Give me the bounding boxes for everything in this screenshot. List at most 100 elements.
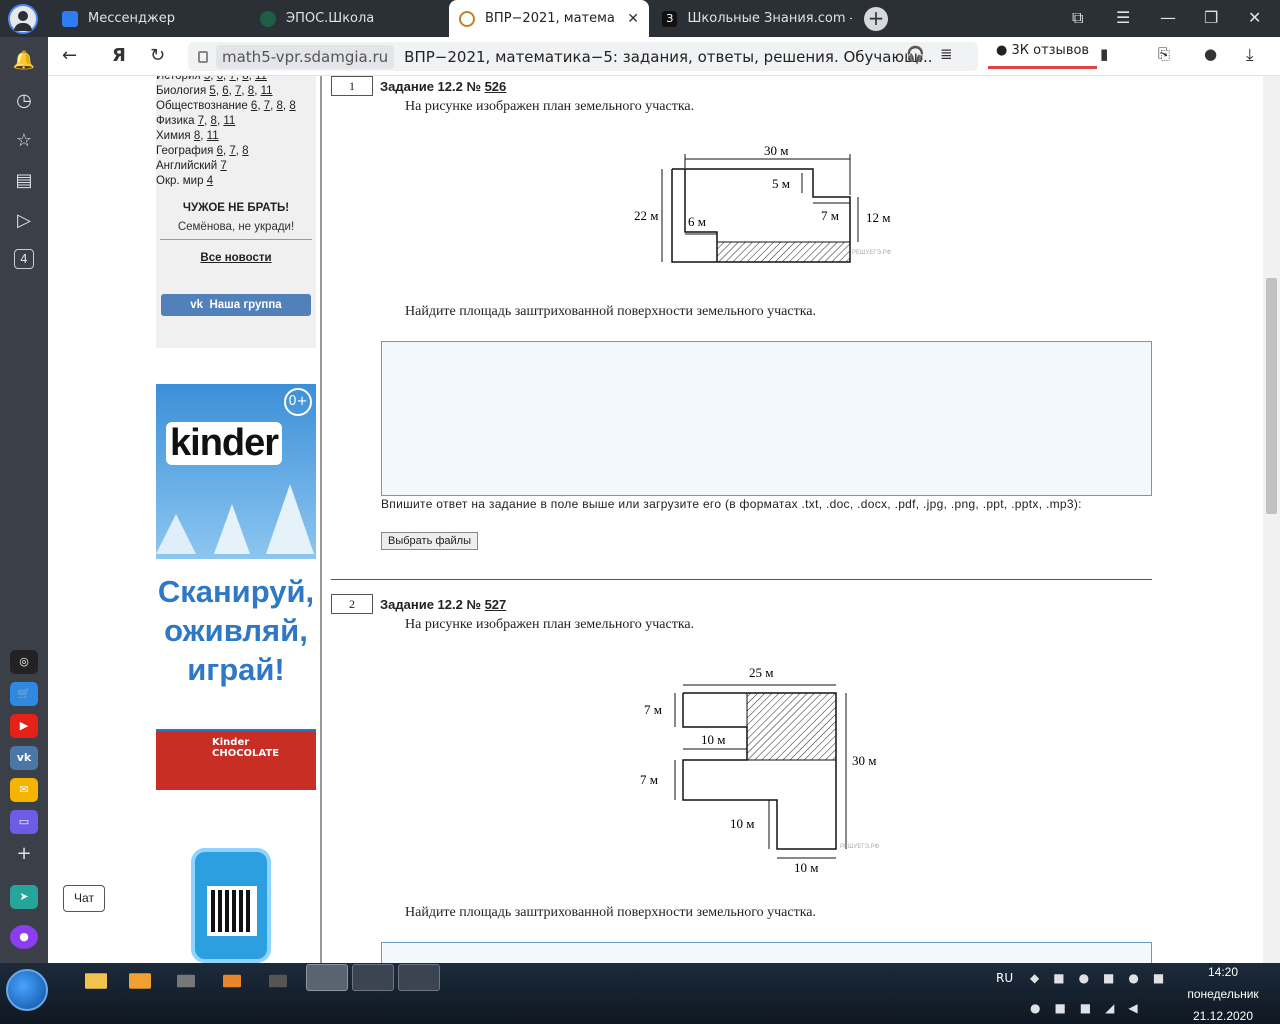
answer-textarea[interactable]: [381, 942, 1152, 963]
new-tab-button[interactable]: +: [864, 7, 888, 31]
grade-link[interactable]: 8: [289, 100, 295, 112]
mail-icon[interactable]: ✉: [10, 778, 38, 802]
epic-games-icon[interactable]: [269, 974, 287, 988]
tab-messenger[interactable]: Мессенджер: [52, 0, 248, 37]
grade-link[interactable]: 8: [277, 100, 283, 112]
grade-link[interactable]: 8: [248, 85, 254, 97]
task-question: Найдите площадь заштрихованной поверхнос…: [405, 905, 816, 920]
vk-icon[interactable]: vk: [10, 746, 38, 770]
subjects-sidebar: История 5, 6, 7, 8, 11 Биология 5, 6, 7, …: [156, 76, 316, 348]
clock-day[interactable]: понедельник: [1178, 987, 1268, 1001]
minimize-icon[interactable]: —: [1160, 8, 1176, 27]
task-id-link[interactable]: 526: [485, 79, 507, 94]
bell-icon[interactable]: 🔔: [12, 49, 36, 73]
download-icon[interactable]: ⤓: [1246, 45, 1254, 65]
media-player-icon[interactable]: [129, 973, 151, 989]
task-manager-taskbar-icon[interactable]: [352, 964, 394, 991]
reader-mode-icon[interactable]: ≣: [940, 45, 953, 63]
tray-icons-row2[interactable]: ●■■◢◀: [1030, 1001, 1152, 1015]
tabs-list-icon[interactable]: ⧉: [1072, 8, 1083, 28]
collections-icon[interactable]: ▤: [12, 169, 36, 193]
grade-link[interactable]: 6: [222, 85, 228, 97]
page-scrollbar[interactable]: [1263, 76, 1280, 963]
assistant-icon[interactable]: ●: [10, 925, 38, 949]
tab-epos[interactable]: ЭПОС.Школа: [250, 0, 446, 37]
explorer-icon[interactable]: [85, 973, 107, 989]
app-taskbar-icon[interactable]: [398, 964, 440, 991]
kinder-ad-banner[interactable]: 0+ kinder Сканируй, оживляй, играй! Kind…: [156, 384, 316, 963]
send-icon[interactable]: ➤: [10, 885, 38, 909]
alice-icon[interactable]: ◎: [10, 650, 38, 674]
grade-link[interactable]: 7: [235, 85, 241, 97]
grade-link[interactable]: 8: [211, 115, 217, 127]
menu-icon[interactable]: ☰: [1116, 8, 1130, 27]
game-icon[interactable]: [223, 974, 241, 988]
grade-link[interactable]: 7: [198, 115, 204, 127]
grade-link[interactable]: 8: [242, 145, 248, 157]
chat-button[interactable]: Чат: [63, 885, 105, 912]
tanks-icon[interactable]: [177, 974, 195, 988]
scrollbar-thumb[interactable]: [1266, 278, 1277, 514]
yandex-browser-taskbar-icon[interactable]: [306, 964, 348, 991]
grade-link[interactable]: 6: [251, 100, 257, 112]
subject-name: Химия: [156, 130, 191, 142]
reviews-badge[interactable]: ● 3К отзывов: [988, 43, 1098, 69]
start-button-icon[interactable]: [6, 969, 48, 1011]
bookmark-icon[interactable]: ▮: [1100, 45, 1108, 63]
all-news-link[interactable]: Все новости: [156, 252, 316, 264]
messenger-icon: [62, 10, 78, 27]
phone-icon: [191, 848, 271, 963]
close-window-icon[interactable]: ✕: [1248, 8, 1261, 27]
tab-vpr[interactable]: ВПР−2021, математика ✕: [449, 0, 649, 37]
news-text[interactable]: Семёнова, не укради!: [156, 221, 316, 233]
restore-icon[interactable]: ❐: [1204, 8, 1218, 27]
answer-textarea[interactable]: [381, 341, 1152, 496]
headphones-icon[interactable]: 🎧: [906, 45, 925, 63]
video-icon[interactable]: ▷: [12, 209, 36, 233]
tv-icon[interactable]: ▭: [10, 810, 38, 834]
grade-link[interactable]: 11: [207, 130, 219, 142]
back-arrow-icon[interactable]: ←: [62, 45, 77, 66]
grade-link[interactable]: 5: [204, 76, 210, 82]
add-app-icon[interactable]: +: [12, 842, 36, 866]
grade-link[interactable]: 6: [217, 145, 223, 157]
grade-link[interactable]: 8: [242, 76, 248, 82]
clock-date[interactable]: 21.12.2020: [1178, 1009, 1268, 1023]
address-bar[interactable]: math5-vpr.sdamgia.ru ВПР−2021, математик…: [188, 42, 978, 71]
reload-icon[interactable]: ↻: [150, 45, 165, 66]
grade-link[interactable]: 11: [255, 76, 267, 82]
clock-time[interactable]: 14:20: [1178, 965, 1268, 979]
history-icon[interactable]: ◷: [12, 89, 36, 113]
profile-avatar-icon[interactable]: [8, 4, 38, 34]
grade-link[interactable]: 5: [209, 85, 215, 97]
grade-link[interactable]: 6: [217, 76, 223, 82]
task-text: На рисунке изображен план земельного уча…: [405, 99, 695, 114]
collections-toolbar-icon[interactable]: ⎘: [1158, 45, 1170, 63]
label-inner: 6 м: [688, 214, 706, 229]
vk-group-button[interactable]: vk Наша группа: [161, 294, 311, 316]
grade-link[interactable]: 4: [207, 175, 213, 187]
grade-link[interactable]: 11: [261, 85, 273, 97]
market-icon[interactable]: 🛒: [10, 682, 38, 706]
yandex-icon[interactable]: Я: [112, 45, 126, 66]
grade-link[interactable]: 7: [229, 76, 235, 82]
task-id-link[interactable]: 527: [485, 597, 507, 612]
tree-icon: [266, 484, 314, 554]
counter-icon[interactable]: 4: [14, 249, 34, 269]
extension-icon[interactable]: ●: [1204, 45, 1217, 63]
grade-link[interactable]: 7: [229, 145, 235, 157]
language-indicator[interactable]: RU: [996, 971, 1013, 985]
grade-link[interactable]: 7: [264, 100, 270, 112]
tab-label: ВПР−2021, математика: [485, 11, 615, 26]
tab-znania[interactable]: З Школьные Знания.com - F: [652, 0, 852, 37]
tree-icon: [214, 504, 250, 554]
subject-name: Окр. мир: [156, 175, 204, 187]
choose-files-button[interactable]: Выбрать файлы: [381, 532, 478, 550]
youtube-icon[interactable]: ▶: [10, 714, 38, 738]
grade-link[interactable]: 11: [223, 115, 235, 127]
close-tab-icon[interactable]: ✕: [627, 11, 639, 27]
tray-icons[interactable]: ◆■●■●■: [1030, 971, 1178, 985]
grade-link[interactable]: 8: [194, 130, 200, 142]
grade-link[interactable]: 7: [220, 160, 226, 172]
star-icon[interactable]: ☆: [12, 129, 36, 153]
